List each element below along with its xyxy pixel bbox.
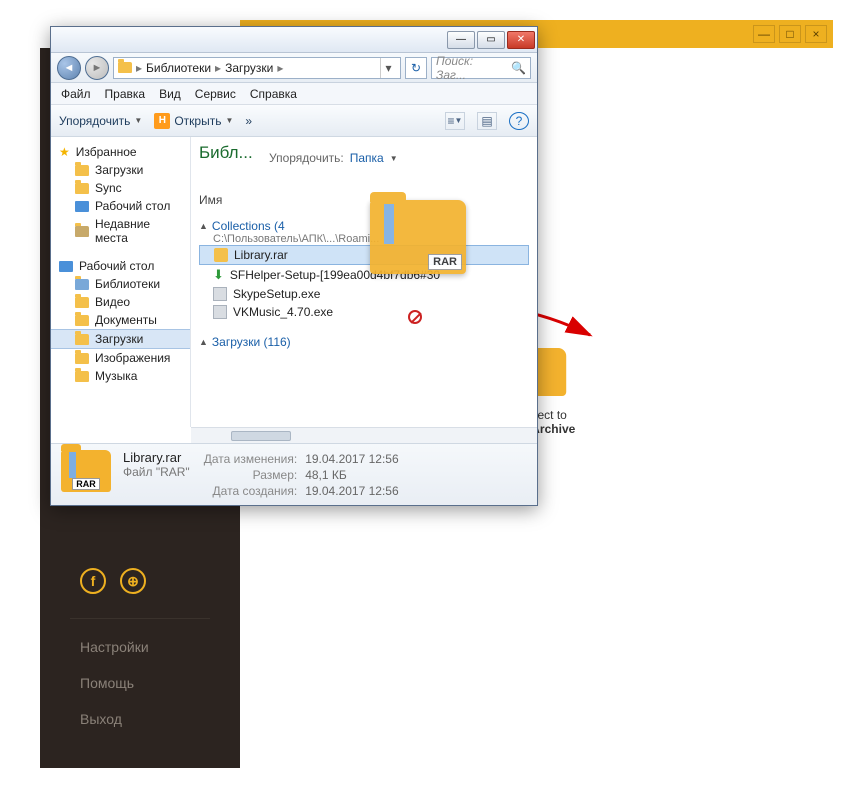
nav-documents[interactable]: Документы	[51, 311, 190, 329]
arrange-label: Упорядочить:	[269, 151, 344, 165]
file-list[interactable]: Библ... Упорядочить: Папка ▼ Имя ▲ Colle…	[191, 137, 537, 427]
open-button[interactable]: HОткрыть▼	[154, 113, 233, 129]
nav-back-button[interactable]: ◄	[57, 56, 81, 80]
nav-desktop-root[interactable]: Рабочий стол	[51, 257, 190, 275]
folder-icon	[75, 315, 89, 326]
nav-video[interactable]: Видео	[51, 293, 190, 311]
folder-icon	[75, 334, 89, 345]
organize-button[interactable]: Упорядочить▼	[59, 114, 142, 128]
maximize-button[interactable]: ▭	[477, 31, 505, 49]
file-vkmusic[interactable]: VKMusic_4.70.exe	[199, 303, 529, 321]
overflow-button[interactable]: »	[245, 114, 252, 128]
desktop-icon	[75, 201, 89, 212]
details-filename: Library.rar	[123, 450, 190, 465]
folder-icon	[75, 183, 89, 194]
nav-downloads-lib[interactable]: Загрузки	[51, 329, 190, 349]
rar-icon	[214, 248, 228, 262]
link-exit[interactable]: Выход	[80, 701, 240, 737]
libraries-icon	[75, 279, 89, 290]
explorer-titlebar[interactable]: — ▭ ✕	[51, 27, 537, 53]
close-button[interactable]: ✕	[507, 31, 535, 49]
nav-music[interactable]: Музыка	[51, 367, 190, 385]
nav-pane: ★Избранное Загрузки Sync Рабочий стол Не…	[51, 137, 191, 427]
nav-sync[interactable]: Sync	[51, 179, 190, 197]
address-dropdown[interactable]: ▾	[380, 58, 396, 78]
bg-nav-links: Настройки Помощь Выход	[80, 629, 240, 737]
facebook-icon[interactable]: f	[80, 568, 106, 594]
group-downloads[interactable]: ▲ Загрузки (116)	[199, 335, 529, 349]
social-links: f ⊕	[80, 568, 240, 594]
crumb-downloads[interactable]: Загрузки	[225, 61, 273, 75]
nav-desktop[interactable]: Рабочий стол	[51, 197, 190, 215]
file-type-icon: RAR	[61, 450, 111, 492]
desktop-icon	[59, 261, 73, 272]
file-name-block: Library.rar Файл "RAR"	[123, 450, 190, 499]
refresh-button[interactable]: ↻	[405, 57, 427, 79]
menu-view[interactable]: Вид	[159, 87, 181, 101]
help-button[interactable]: ?	[509, 112, 529, 130]
search-placeholder: Поиск: Заг...	[436, 54, 503, 82]
scroll-thumb[interactable]	[231, 431, 291, 441]
menu-tools[interactable]: Сервис	[195, 87, 236, 101]
menu-edit[interactable]: Правка	[105, 87, 146, 101]
minimize-button[interactable]: —	[447, 31, 475, 49]
file-sfhelper[interactable]: ⬇SFHelper-Setup-[199ea00d4bf7db6#30	[199, 265, 529, 285]
horizontal-scrollbar[interactable]	[191, 427, 537, 443]
group-collections[interactable]: ▲ Collections (4	[199, 219, 529, 233]
explorer-body: ★Избранное Загрузки Sync Рабочий стол Не…	[51, 137, 537, 427]
divider	[70, 618, 210, 619]
drag-ghost-icon: RAR	[370, 200, 466, 274]
nav-forward-button[interactable]: ►	[85, 56, 109, 80]
link-help[interactable]: Помощь	[80, 665, 240, 701]
bg-close-button[interactable]: ×	[805, 25, 827, 43]
arrange-by[interactable]: Упорядочить: Папка ▼	[269, 151, 398, 165]
link-settings[interactable]: Настройки	[80, 629, 240, 665]
search-input[interactable]: Поиск: Заг... 🔍	[431, 57, 531, 79]
toolbar: Упорядочить▼ HОткрыть▼ » ≡▼ ▤ ?	[51, 105, 537, 137]
nav-recent[interactable]: Недавние места	[51, 215, 190, 247]
recent-icon	[75, 226, 89, 237]
menu-file[interactable]: Файл	[61, 87, 91, 101]
address-bar-row: ◄ ► ▸ Библиотеки ▸ Загрузки ▸ ▾ ↻ Поиск:…	[51, 53, 537, 83]
exe-icon	[213, 305, 227, 319]
search-icon[interactable]: 🔍	[511, 61, 526, 75]
nav-downloads[interactable]: Загрузки	[51, 161, 190, 179]
arrange-value[interactable]: Папка	[350, 151, 384, 165]
breadcrumb-bar[interactable]: ▸ Библиотеки ▸ Загрузки ▸ ▾	[113, 57, 401, 79]
crumb-sep: ▸	[277, 61, 283, 75]
details-filetype: Файл "RAR"	[123, 465, 190, 479]
crumb-sep: ▸	[215, 61, 221, 75]
expand-icon[interactable]: ▲	[199, 337, 208, 347]
crumb-sep: ▸	[136, 61, 142, 75]
expand-icon[interactable]: ▲	[199, 221, 208, 231]
nav-images[interactable]: Изображения	[51, 349, 190, 367]
view-mode-button[interactable]: ≡▼	[445, 112, 465, 130]
menu-help[interactable]: Справка	[250, 87, 297, 101]
file-skypesetup[interactable]: SkypeSetup.exe	[199, 285, 529, 303]
details-pane: RAR Library.rar Файл "RAR" Дата изменени…	[51, 443, 537, 505]
chevron-down-icon: ▼	[390, 154, 398, 163]
bg-maximize-button[interactable]: □	[779, 25, 801, 43]
location-icon	[118, 62, 132, 73]
preview-pane-button[interactable]: ▤	[477, 112, 497, 130]
globe-icon[interactable]: ⊕	[120, 568, 146, 594]
details-meta: Дата изменения:19.04.2017 12:56 Размер:4…	[202, 450, 401, 500]
star-icon: ★	[59, 145, 70, 159]
download-icon: ⬇	[213, 267, 224, 283]
exe-icon	[213, 287, 227, 301]
menu-bar: Файл Правка Вид Сервис Справка	[51, 83, 537, 105]
no-drop-cursor-icon	[408, 310, 422, 324]
folder-icon	[75, 371, 89, 382]
folder-icon	[75, 353, 89, 364]
crumb-libraries[interactable]: Библиотеки	[146, 61, 211, 75]
nav-libraries[interactable]: Библиотеки	[51, 275, 190, 293]
app-icon: H	[154, 113, 170, 129]
bg-minimize-button[interactable]: —	[753, 25, 775, 43]
folder-icon	[75, 165, 89, 176]
nav-favorites[interactable]: ★Избранное	[51, 143, 190, 161]
column-header-name[interactable]: Имя	[199, 193, 529, 209]
file-library-rar[interactable]: Library.rar	[199, 245, 529, 265]
folder-icon	[75, 297, 89, 308]
